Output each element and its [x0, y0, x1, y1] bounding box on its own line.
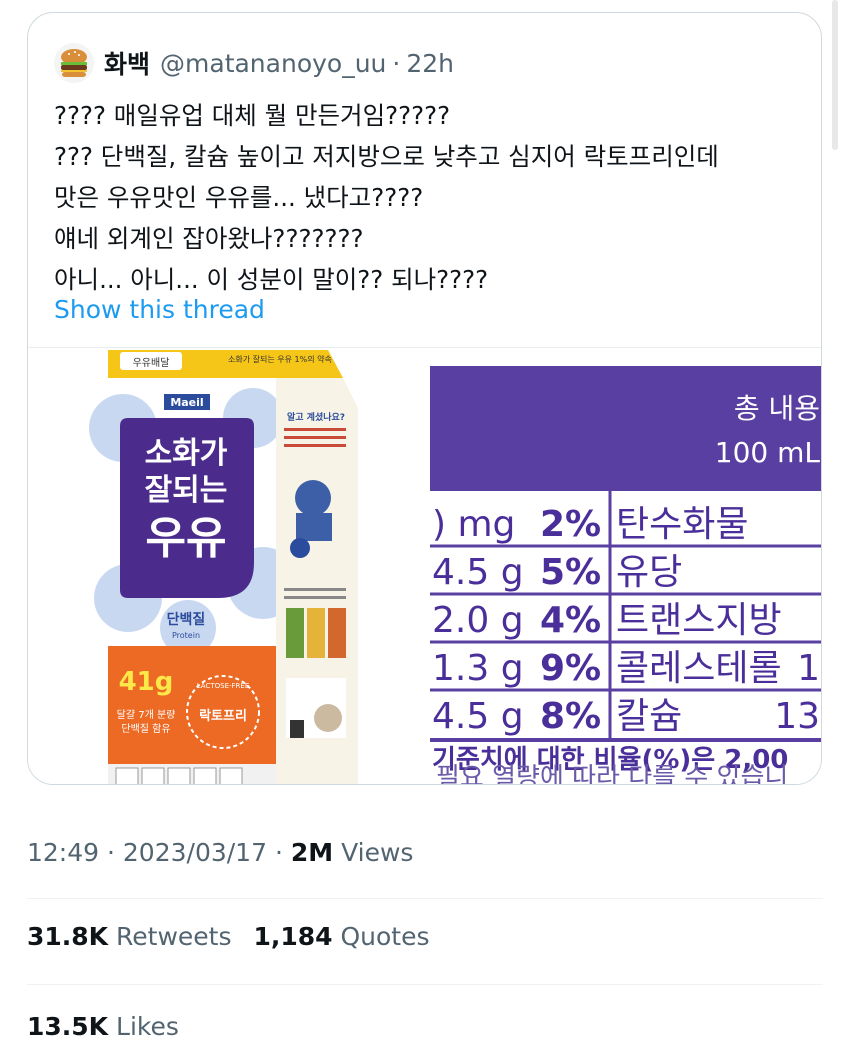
divider [27, 984, 823, 985]
scrollbar[interactable] [832, 0, 838, 150]
lactose-free-label: 락토프리 [199, 708, 247, 724]
retweets-count: 31.8K [27, 922, 109, 951]
tweet-line: ???? 매일유업 대체 뭘 만든거임????? [54, 101, 451, 130]
engagement-row: 31.8K Retweets 1,184 Quotes [27, 922, 430, 951]
row-pct: 2% [540, 504, 601, 545]
likes-label: Likes [116, 1012, 179, 1041]
quoted-display-name[interactable]: 화백 [104, 45, 150, 81]
protein-label: 단백질 [167, 611, 206, 628]
nutrition-row: 4.5 g 8% 칼슘 13 [432, 696, 820, 737]
nutrition-row: 1.3 g 9% 콜레스테롤 1 [432, 648, 820, 689]
row-pct: 9% [540, 648, 601, 689]
separator-dot: · [107, 838, 115, 867]
protein-note-2: 단백질 함유 [121, 723, 170, 735]
tweet-line: 아니... 아니... 이 성분이 말이?? 되나???? [54, 265, 489, 294]
avatar[interactable] [54, 43, 94, 83]
row-name: 트랜스지방 [616, 600, 782, 641]
nutrition-row: 4.5 g 5% 유당 [432, 552, 682, 593]
nutrition-row: 2.0 g 4% 트랜스지방 [432, 600, 782, 641]
quoted-tweet-header: 화백 @matananoyo_uu · 22h [54, 41, 454, 85]
carton-top-note: 소화가 잘되는 우유 1%의 약속 [228, 354, 332, 364]
tweet-line: 맛은 우유맛인 우유를... 냈다고???? [54, 183, 424, 212]
views-count: 2M [290, 838, 334, 867]
retweets-link[interactable]: 31.8K Retweets [27, 922, 239, 951]
nutrition-label: 총 내용 100 mL ) mg 2% 탄수화물 4.5 g 5% 유당 2.0… [430, 366, 821, 785]
milk-carton-illustration: 우유배달 소화가 잘되는 우유 1%의 약속 Maeil 소화가 잘되는 우유 [89, 350, 358, 784]
protein-label-en: Protein [172, 631, 200, 640]
carton-top-banner: 우유배달 [133, 357, 170, 369]
nutrition-footer-2: 필요 열량에 따라 다를 수 있습니 [436, 763, 788, 785]
tweet-line: 얘네 외계인 잡아왔나??????? [54, 224, 364, 253]
row-amount: 4.5 g [432, 552, 524, 593]
show-thread-link[interactable]: Show this thread [54, 295, 265, 324]
separator-dot: · [392, 48, 401, 78]
brand-logo: Maeil [170, 396, 203, 409]
row-pct: 8% [540, 696, 601, 737]
tweet-date[interactable]: 2023/03/17 [123, 838, 267, 867]
retweets-label: Retweets [116, 922, 232, 951]
side-heading: 알고 계셨나요? [287, 411, 345, 423]
nutrition-header-1: 총 내용 [734, 392, 820, 425]
row-name: 유당 [616, 552, 682, 593]
quoted-timestamp[interactable]: 22h [406, 49, 454, 78]
nutrition-row: ) mg 2% 탄수화물 [432, 504, 748, 545]
row-pct: 5% [540, 552, 601, 593]
row-amount: 2.0 g [432, 600, 524, 641]
product-name-line2: 잘되는 [145, 473, 228, 508]
protein-amount: 41g [119, 667, 174, 697]
separator-dot: · [274, 838, 283, 867]
milk-carton-image[interactable]: 우유배달 소화가 잘되는 우유 1%의 약속 Maeil 소화가 잘되는 우유 [28, 348, 428, 784]
row-name: 콜레스테롤 [616, 648, 782, 689]
row-name: 탄수화물 [616, 504, 748, 545]
nutrition-label-image[interactable]: 총 내용 100 mL ) mg 2% 탄수화물 4.5 g 5% 유당 2.0… [430, 366, 821, 785]
product-name-line3: 우유 [146, 513, 227, 564]
quoted-tweet-card[interactable]: 화백 @matananoyo_uu · 22h ???? 매일유업 대체 뭘 만… [27, 12, 822, 785]
row-amount: 1.3 g [432, 648, 524, 689]
tweet-time[interactable]: 12:49 [27, 838, 99, 867]
burger-icon [61, 49, 87, 77]
quotes-count: 1,184 [253, 922, 333, 951]
likes-link[interactable]: 13.5K Likes [27, 1012, 179, 1041]
divider [27, 898, 823, 899]
row-amount: ) mg [432, 504, 515, 545]
media-grid: 우유배달 소화가 잘되는 우유 1%의 약속 Maeil 소화가 잘되는 우유 [28, 347, 821, 785]
row-name: 칼슘 [616, 696, 682, 737]
quoted-tweet-text: ???? 매일유업 대체 뭘 만든거임????? ??? 단백질, 칼슘 높이고… [54, 95, 814, 300]
quotes-label: Quotes [340, 922, 430, 951]
likes-count: 13.5K [27, 1012, 109, 1041]
row-extra: 1 [797, 648, 820, 689]
quoted-handle[interactable]: @matananoyo_uu [160, 49, 386, 78]
protein-note-1: 달걀 7개 분량 [117, 708, 176, 721]
lactose-free-en: LACTOSE-FREE [197, 682, 250, 690]
row-pct: 4% [540, 600, 601, 641]
product-name-line1: 소화가 [145, 436, 228, 471]
quotes-link[interactable]: 1,184 Quotes [253, 922, 429, 951]
row-extra: 13 [774, 696, 820, 737]
tweet-line: ??? 단백질, 칼슘 높이고 저지방으로 낮추고 심지어 락토프리인데 [54, 142, 719, 171]
views-label: Views [341, 838, 414, 867]
tweet-meta: 12:49 · 2023/03/17 · 2M Views [27, 838, 413, 867]
nutrition-header-2: 100 mL [715, 436, 821, 469]
row-amount: 4.5 g [432, 696, 524, 737]
